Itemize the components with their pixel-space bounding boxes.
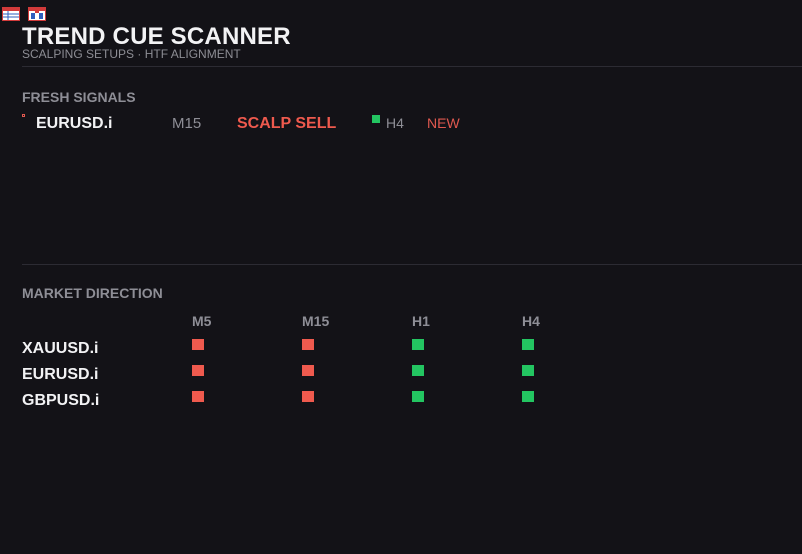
fresh-signals-title: FRESH SIGNALS	[22, 89, 136, 105]
signal-symbol: EURUSD.i	[36, 115, 113, 132]
timeframe-header: H4	[522, 313, 540, 329]
direction-cell	[192, 391, 204, 402]
timeframe-header: M15	[302, 313, 330, 329]
split-view-icon[interactable]	[28, 7, 46, 21]
direction-cell	[412, 391, 424, 402]
signal-action: SCALP SELL	[237, 115, 337, 132]
signal-status-badge: NEW	[427, 115, 460, 131]
direction-symbol: XAUUSD.i	[22, 340, 99, 357]
direction-symbol: EURUSD.i	[22, 366, 99, 383]
timeframe-header: M5	[192, 313, 212, 329]
signal-timeframe: M15	[172, 115, 202, 132]
header-divider	[22, 66, 802, 67]
market-direction-title: MARKET DIRECTION	[22, 285, 163, 301]
direction-cell	[412, 365, 424, 376]
direction-cell	[302, 339, 314, 350]
direction-cell	[522, 391, 534, 402]
direction-cell	[302, 365, 314, 376]
htf-status-dot	[372, 115, 380, 123]
direction-symbol: GBPUSD.i	[22, 392, 100, 409]
direction-cell	[192, 365, 204, 376]
signal-htf-label: H4	[386, 115, 404, 131]
timeframe-header: H1	[412, 313, 430, 329]
direction-cell	[412, 339, 424, 350]
page-subtitle: SCALPING SETUPS · HTF ALIGNMENT	[22, 47, 241, 61]
table-icon[interactable]	[2, 7, 20, 21]
direction-cell	[522, 339, 534, 350]
scanner-panel: TREND CUE SCANNER SCALPING SETUPS · HTF …	[0, 0, 802, 554]
section-divider	[22, 264, 802, 265]
direction-cell	[192, 339, 204, 350]
signal-marker-icon	[22, 114, 25, 117]
direction-cell	[302, 391, 314, 402]
direction-cell	[522, 365, 534, 376]
